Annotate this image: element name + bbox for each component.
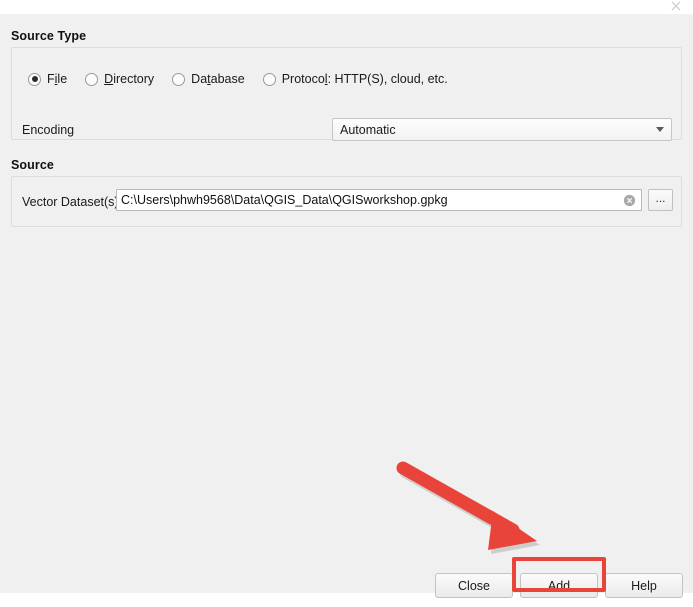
vector-dataset-browse-button[interactable]: ... xyxy=(648,189,673,211)
radio-option-directory[interactable]: Directory xyxy=(85,72,154,86)
encoding-combobox-value: Automatic xyxy=(340,122,396,137)
dialog-button-bar: Close Add Help xyxy=(0,561,693,607)
window-title-bar xyxy=(0,0,693,14)
radio-label-directory: Directory xyxy=(104,72,155,86)
source-group-title: Source xyxy=(11,158,54,172)
radio-option-protocol[interactable]: Protocol: HTTP(S), cloud, etc. xyxy=(262,72,448,86)
close-button[interactable]: Close xyxy=(435,573,513,598)
encoding-combobox[interactable]: Automatic xyxy=(332,118,672,141)
data-source-manager-dialog: Source Type File Directory Database Prot… xyxy=(0,14,693,598)
radio-mark-file xyxy=(28,72,41,86)
radio-mark-protocol xyxy=(262,72,276,86)
radio-option-file[interactable]: File xyxy=(28,72,67,86)
vector-dataset-input-value: C:\Users\phwh9568\Data\QGIS_Data\QGISwor… xyxy=(121,193,448,207)
radio-mark-database xyxy=(172,72,186,86)
chevron-down-icon xyxy=(649,127,671,132)
radio-label-database: Database xyxy=(191,72,245,86)
source-type-group-title: Source Type xyxy=(11,29,87,43)
help-button[interactable]: Help xyxy=(605,573,683,598)
vector-dataset-input[interactable]: C:\Users\phwh9568\Data\QGIS_Data\QGISwor… xyxy=(116,189,642,211)
encoding-label: Encoding xyxy=(22,123,75,137)
radio-option-database[interactable]: Database xyxy=(172,72,245,86)
close-icon[interactable] xyxy=(669,1,683,11)
add-button-label: Add xyxy=(547,578,571,593)
clear-circle-x-icon[interactable] xyxy=(623,194,636,207)
radio-label-protocol: Protocol: HTTP(S), cloud, etc. xyxy=(281,72,448,86)
source-type-radio-group: File Directory Database Protocol: HTTP(S… xyxy=(28,72,466,86)
add-button[interactable]: Add xyxy=(520,573,598,598)
radio-label-file: File xyxy=(47,72,68,86)
radio-mark-directory xyxy=(85,72,99,86)
vector-dataset-label: Vector Dataset(s) xyxy=(22,195,119,209)
